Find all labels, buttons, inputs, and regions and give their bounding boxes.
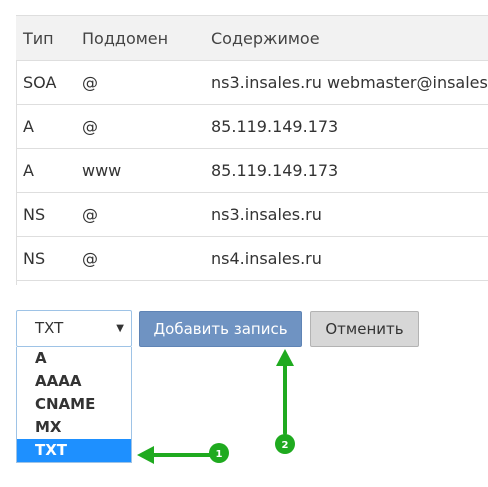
badge-2-label: 2 [282, 440, 289, 451]
badge-1-label: 1 [216, 449, 223, 460]
annotation-overlay: 1 2 [137, 349, 295, 464]
badge-1: 1 [209, 443, 229, 463]
badge-2: 2 [275, 434, 295, 454]
arrow-to-add-button [276, 349, 294, 435]
arrow-to-txt-option [137, 446, 216, 464]
